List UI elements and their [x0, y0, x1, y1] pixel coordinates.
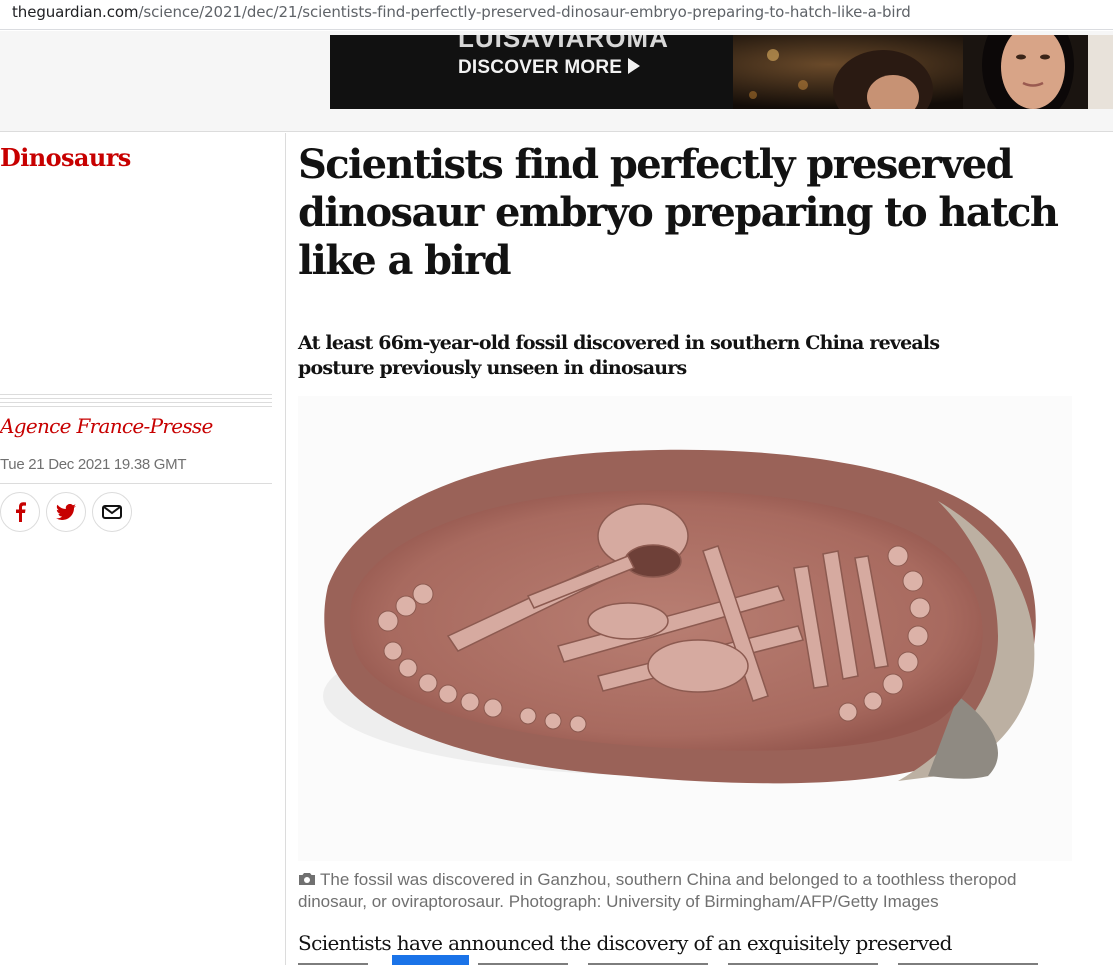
email-icon	[102, 505, 122, 519]
article-headline: Scientists find perfectly preserved dino…	[298, 141, 1059, 284]
url-domain: theguardian.com	[12, 3, 139, 21]
article-standfirst: At least 66m-year-old fossil discovered …	[298, 332, 940, 379]
facebook-icon	[16, 502, 26, 522]
play-arrow-icon	[628, 58, 641, 74]
ad-slot: LUISAVIAROMA DISCOVER MORE	[0, 31, 1113, 132]
ad-brand-text: LUISAVIAROMA	[458, 35, 669, 53]
photo-caption: The fossil was discovered in Ganzhou, so…	[298, 869, 1078, 913]
article-meta-column: Dinosaurs Agence France-Presse Tue 21 De…	[0, 133, 286, 965]
browser-address-bar[interactable]: theguardian.com/science/2021/dec/21/scie…	[0, 0, 1113, 30]
ad-model-photo	[733, 35, 1113, 109]
meta-divider	[0, 394, 272, 408]
share-facebook-button[interactable]	[0, 492, 40, 532]
share-buttons	[0, 492, 132, 532]
section-link[interactable]: Dinosaurs	[0, 143, 131, 172]
meta-rule	[0, 483, 272, 484]
twitter-icon	[56, 504, 76, 520]
discover-more-label: DISCOVER MORE	[458, 57, 623, 78]
advertisement-banner[interactable]: LUISAVIAROMA DISCOVER MORE	[330, 35, 1113, 109]
publish-date: Tue 21 Dec 2021 19.38 GMT	[0, 456, 187, 473]
article-body-cropped-line	[298, 955, 1038, 965]
url-text[interactable]: theguardian.com/science/2021/dec/21/scie…	[12, 3, 911, 21]
share-email-button[interactable]	[92, 492, 132, 532]
fossil-embryo-photo[interactable]	[298, 396, 1072, 861]
byline-link[interactable]: Agence France-Presse	[0, 414, 213, 438]
article-body-first-line: Scientists have announced the discovery …	[298, 931, 952, 955]
share-twitter-button[interactable]	[46, 492, 86, 532]
camera-icon	[299, 873, 315, 885]
caption-text: The fossil was discovered in Ganzhou, so…	[298, 870, 1017, 911]
discover-more-button[interactable]: DISCOVER MORE	[458, 57, 641, 79]
url-path: /science/2021/dec/21/scientists-find-per…	[138, 3, 911, 21]
